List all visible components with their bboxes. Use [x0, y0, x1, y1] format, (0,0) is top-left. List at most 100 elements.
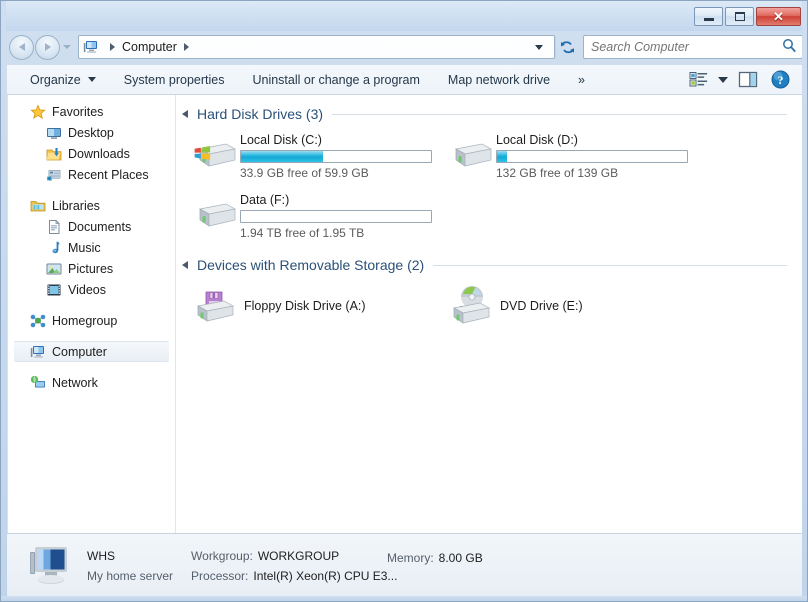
memory-value: 8.00 GB: [438, 551, 483, 565]
address-bar-row: Computer: [7, 33, 803, 61]
close-button[interactable]: ✕: [756, 7, 801, 26]
window-frame-bottom: [1, 596, 807, 601]
toolbar-right-group: ?: [683, 68, 803, 92]
device-tile-grid: Floppy Disk Drive (A:) DVD Drive (E:): [176, 280, 803, 336]
nav-group-homegroup: Homegroup: [8, 310, 175, 331]
sidebar-label-downloads: Downloads: [68, 146, 130, 161]
device-tile-floppy-a[interactable]: Floppy Disk Drive (A:): [190, 280, 446, 332]
nav-group-libraries: Libraries Documents Music Pictures Video…: [8, 195, 175, 300]
explorer-window: ✕ Computer Search Computer Organize Syst…: [0, 0, 808, 602]
window-frame-left: [1, 1, 6, 601]
details-columns: WHS My home server Workgroup: WORKGROUP …: [87, 546, 483, 586]
previous-locations-chevron-down-icon[interactable]: [535, 44, 543, 50]
group-header-removable-storage[interactable]: Devices with Removable Storage (2): [176, 254, 803, 276]
search-icon[interactable]: [782, 38, 797, 56]
gauge-fill: [497, 151, 507, 162]
drive-tile-local-disk-c[interactable]: Local Disk (C:) 33.9 GB free of 59.9 GB: [190, 128, 446, 184]
drive-capacity-gauge: [496, 150, 688, 163]
maximize-icon: [734, 12, 745, 21]
sidebar-label-recent-places: Recent Places: [68, 167, 149, 182]
navigation-buttons: [9, 34, 71, 60]
view-caret-icon[interactable]: [715, 68, 731, 92]
sidebar-label-homegroup: Homegroup: [52, 313, 118, 328]
sidebar-item-recent-places[interactable]: Recent Places: [8, 164, 175, 185]
sidebar-item-pictures[interactable]: Pictures: [8, 258, 175, 279]
computer-icon: [30, 344, 46, 360]
toolbar-map-network-drive-button[interactable]: Map network drive: [439, 69, 559, 91]
nav-group-network: Network: [8, 372, 175, 393]
change-view-icon[interactable]: [683, 68, 713, 92]
breadcrumb-computer[interactable]: Computer: [122, 40, 177, 54]
details-col-name: WHS My home server: [87, 546, 173, 586]
drive-free-space: 1.94 TB free of 1.95 TB: [240, 226, 365, 240]
toolbar-system-properties-button[interactable]: System properties: [115, 69, 234, 91]
device-name: DVD Drive (E:): [500, 299, 583, 313]
back-arrow-icon: [18, 43, 25, 51]
computer-icon: [83, 39, 99, 55]
sidebar-label-network: Network: [52, 375, 98, 390]
address-bar[interactable]: Computer: [78, 35, 555, 59]
drive-info-data-f: Data (F:) 1.94 TB free of 1.95 TB: [240, 191, 432, 240]
back-button[interactable]: [9, 34, 34, 60]
navigation-pane: Favorites Desktop Downloads Recent Place…: [8, 95, 176, 533]
title-bar: ✕: [1, 1, 807, 31]
sidebar-label-libraries: Libraries: [52, 198, 100, 213]
sidebar-item-favorites[interactable]: Favorites: [8, 101, 175, 122]
sidebar-item-music[interactable]: Music: [8, 237, 175, 258]
chevron-down-icon: [87, 77, 96, 82]
collapse-triangle-icon[interactable]: [182, 110, 188, 118]
device-name: Floppy Disk Drive (A:): [244, 299, 366, 313]
help-icon[interactable]: ?: [765, 68, 795, 92]
forward-button[interactable]: [35, 34, 60, 60]
sidebar-item-videos[interactable]: Videos: [8, 279, 175, 300]
toolbar-uninstall-button[interactable]: Uninstall or change a program: [243, 69, 428, 91]
sidebar-label-pictures: Pictures: [68, 261, 114, 276]
computer-large-icon: [27, 542, 75, 590]
processor-label: Processor:: [191, 568, 249, 583]
breadcrumb-separator-icon-2[interactable]: [183, 43, 189, 51]
group-label-hard-disk-drives: Hard Disk Drives (3): [197, 106, 324, 122]
hard-drive-windows-icon: [190, 131, 240, 179]
processor-value: Intel(R) Xeon(R) CPU E3...: [253, 568, 398, 583]
sidebar-item-homegroup[interactable]: Homegroup: [8, 310, 175, 331]
file-list-pane: Hard Disk Drives (3) Local Disk (C:) 33.…: [176, 95, 803, 533]
sidebar-item-network[interactable]: Network: [8, 372, 175, 393]
hard-drive-icon: [446, 131, 496, 179]
drive-name: Local Disk (D:): [496, 133, 578, 147]
refresh-button[interactable]: [555, 35, 578, 59]
toolbar-overflow-button[interactable]: »: [569, 69, 594, 91]
maximize-button[interactable]: [725, 7, 754, 26]
documents-icon: [46, 219, 62, 235]
sidebar-label-desktop: Desktop: [68, 125, 114, 140]
drive-tile-local-disk-d[interactable]: Local Disk (D:) 132 GB free of 139 GB: [446, 128, 702, 184]
group-rule: [332, 113, 787, 115]
dvd-drive-icon: DVD: [446, 282, 496, 330]
sidebar-item-libraries[interactable]: Libraries: [8, 195, 175, 216]
recent-places-icon: [46, 167, 62, 183]
sidebar-item-computer[interactable]: Computer: [14, 341, 169, 362]
nav-group-computer: Computer: [8, 341, 175, 362]
collapse-triangle-icon[interactable]: [182, 261, 188, 269]
drive-free-space: 132 GB free of 139 GB: [496, 166, 619, 180]
sidebar-item-desktop[interactable]: Desktop: [8, 122, 175, 143]
drive-info-local-disk-d: Local Disk (D:) 132 GB free of 139 GB: [496, 131, 688, 180]
content-area: Favorites Desktop Downloads Recent Place…: [7, 95, 803, 533]
drive-capacity-gauge: [240, 150, 432, 163]
recent-pages-chevron-down-icon[interactable]: [63, 45, 71, 49]
drive-name: Data (F:): [240, 193, 290, 207]
toolbar-organize-button[interactable]: Organize: [21, 69, 105, 91]
breadcrumb-separator-icon: [110, 43, 115, 51]
star-icon: [30, 103, 46, 120]
search-box[interactable]: [583, 35, 803, 59]
preview-pane-icon[interactable]: [733, 68, 763, 92]
group-header-hard-disk-drives[interactable]: Hard Disk Drives (3): [176, 103, 803, 125]
gauge-fill: [241, 151, 323, 162]
sidebar-item-downloads[interactable]: Downloads: [8, 143, 175, 164]
search-input[interactable]: [589, 39, 782, 55]
window-frame-right: [802, 1, 807, 601]
device-tile-dvd-e[interactable]: DVD DVD Drive (E:): [446, 280, 702, 332]
sidebar-item-documents[interactable]: Documents: [8, 216, 175, 237]
drive-tile-data-f[interactable]: Data (F:) 1.94 TB free of 1.95 TB: [190, 188, 446, 244]
videos-icon: [46, 282, 62, 298]
minimize-button[interactable]: [694, 7, 723, 26]
